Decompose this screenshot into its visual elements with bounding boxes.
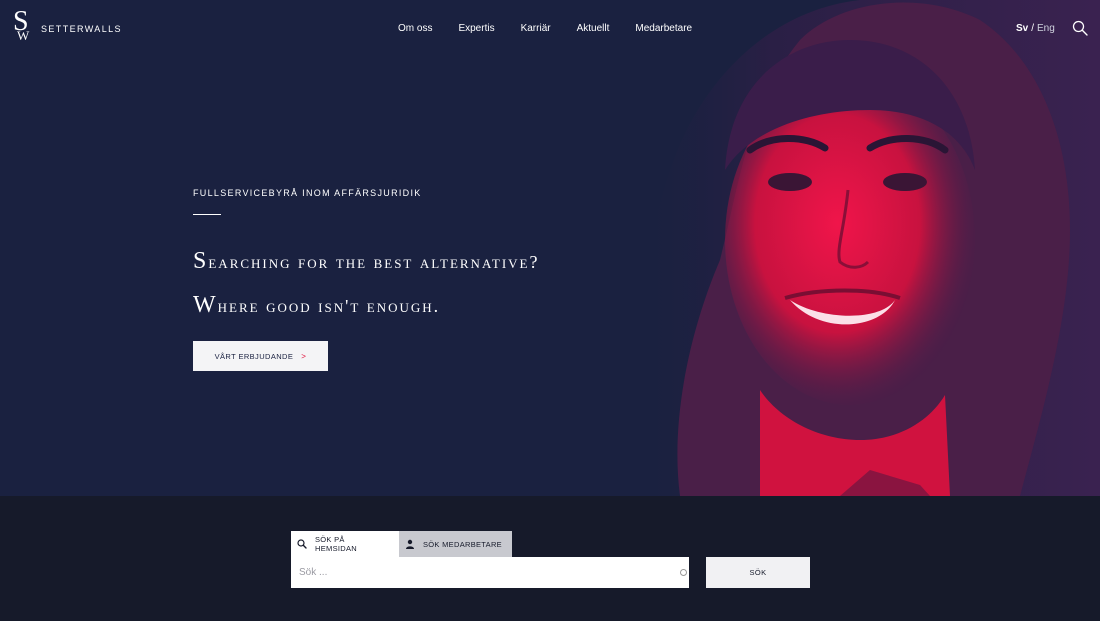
tab-search-site-label: SÖK PÅ HEMSIDAN [315,535,357,553]
hero-divider [193,214,221,215]
person-icon [405,539,415,549]
hero-portrait-image [600,0,1100,496]
hero-headline-line2: Where good isn't enough. [193,283,441,320]
logo-text: SETTERWALLS [41,24,122,34]
tab-search-people-label: SÖK MEDARBETARE [423,539,502,549]
hero-headline-line1: Searching for the best alternative? [193,239,540,276]
loading-ring-icon [680,569,687,576]
search-input[interactable] [291,557,689,588]
language-eng[interactable]: Eng [1037,23,1055,34]
nav-item-medarbetare[interactable]: Medarbetare [635,23,692,34]
nav-item-om-oss[interactable]: Om oss [398,23,432,34]
language-switcher: Sv / Eng [1016,23,1055,34]
tab-search-people[interactable]: SÖK MEDARBETARE [399,531,512,557]
hero-section [0,0,1100,496]
logo[interactable]: S W SETTERWALLS [13,8,122,44]
search-submit-button[interactable]: SÖK [706,557,810,588]
hero-kicker: FULLSERVICEBYRÅ INOM AFFÄRSJURIDIK [193,188,422,198]
search-section: SÖK PÅ HEMSIDAN SÖK MEDARBETARE SÖK [0,496,1100,621]
offer-button[interactable]: VÅRT ERBJUDANDE > [193,341,328,371]
nav-item-aktuellt[interactable]: Aktuellt [577,23,610,34]
search-field-wrapper [291,557,689,588]
offer-button-label: VÅRT ERBJUDANDE [214,351,294,361]
nav-item-karriar[interactable]: Karriär [521,23,551,34]
search-tabs: SÖK PÅ HEMSIDAN SÖK MEDARBETARE [291,531,512,557]
site-header: S W SETTERWALLS Om oss Expertis Karriär … [0,0,1100,58]
chevron-right-icon: > [301,351,307,361]
main-nav: Om oss Expertis Karriär Aktuellt Medarbe… [398,23,718,34]
language-separator: / [1031,23,1035,34]
tab-search-site[interactable]: SÖK PÅ HEMSIDAN [291,531,399,557]
logo-mark-w: W [17,28,30,43]
search-icon [297,539,307,549]
search-icon[interactable] [1072,20,1088,36]
logo-mark: S W [13,8,35,44]
nav-item-expertis[interactable]: Expertis [458,23,494,34]
hero-headline: Searching for the best alternative? Wher… [193,238,539,326]
language-sv[interactable]: Sv [1016,23,1028,34]
